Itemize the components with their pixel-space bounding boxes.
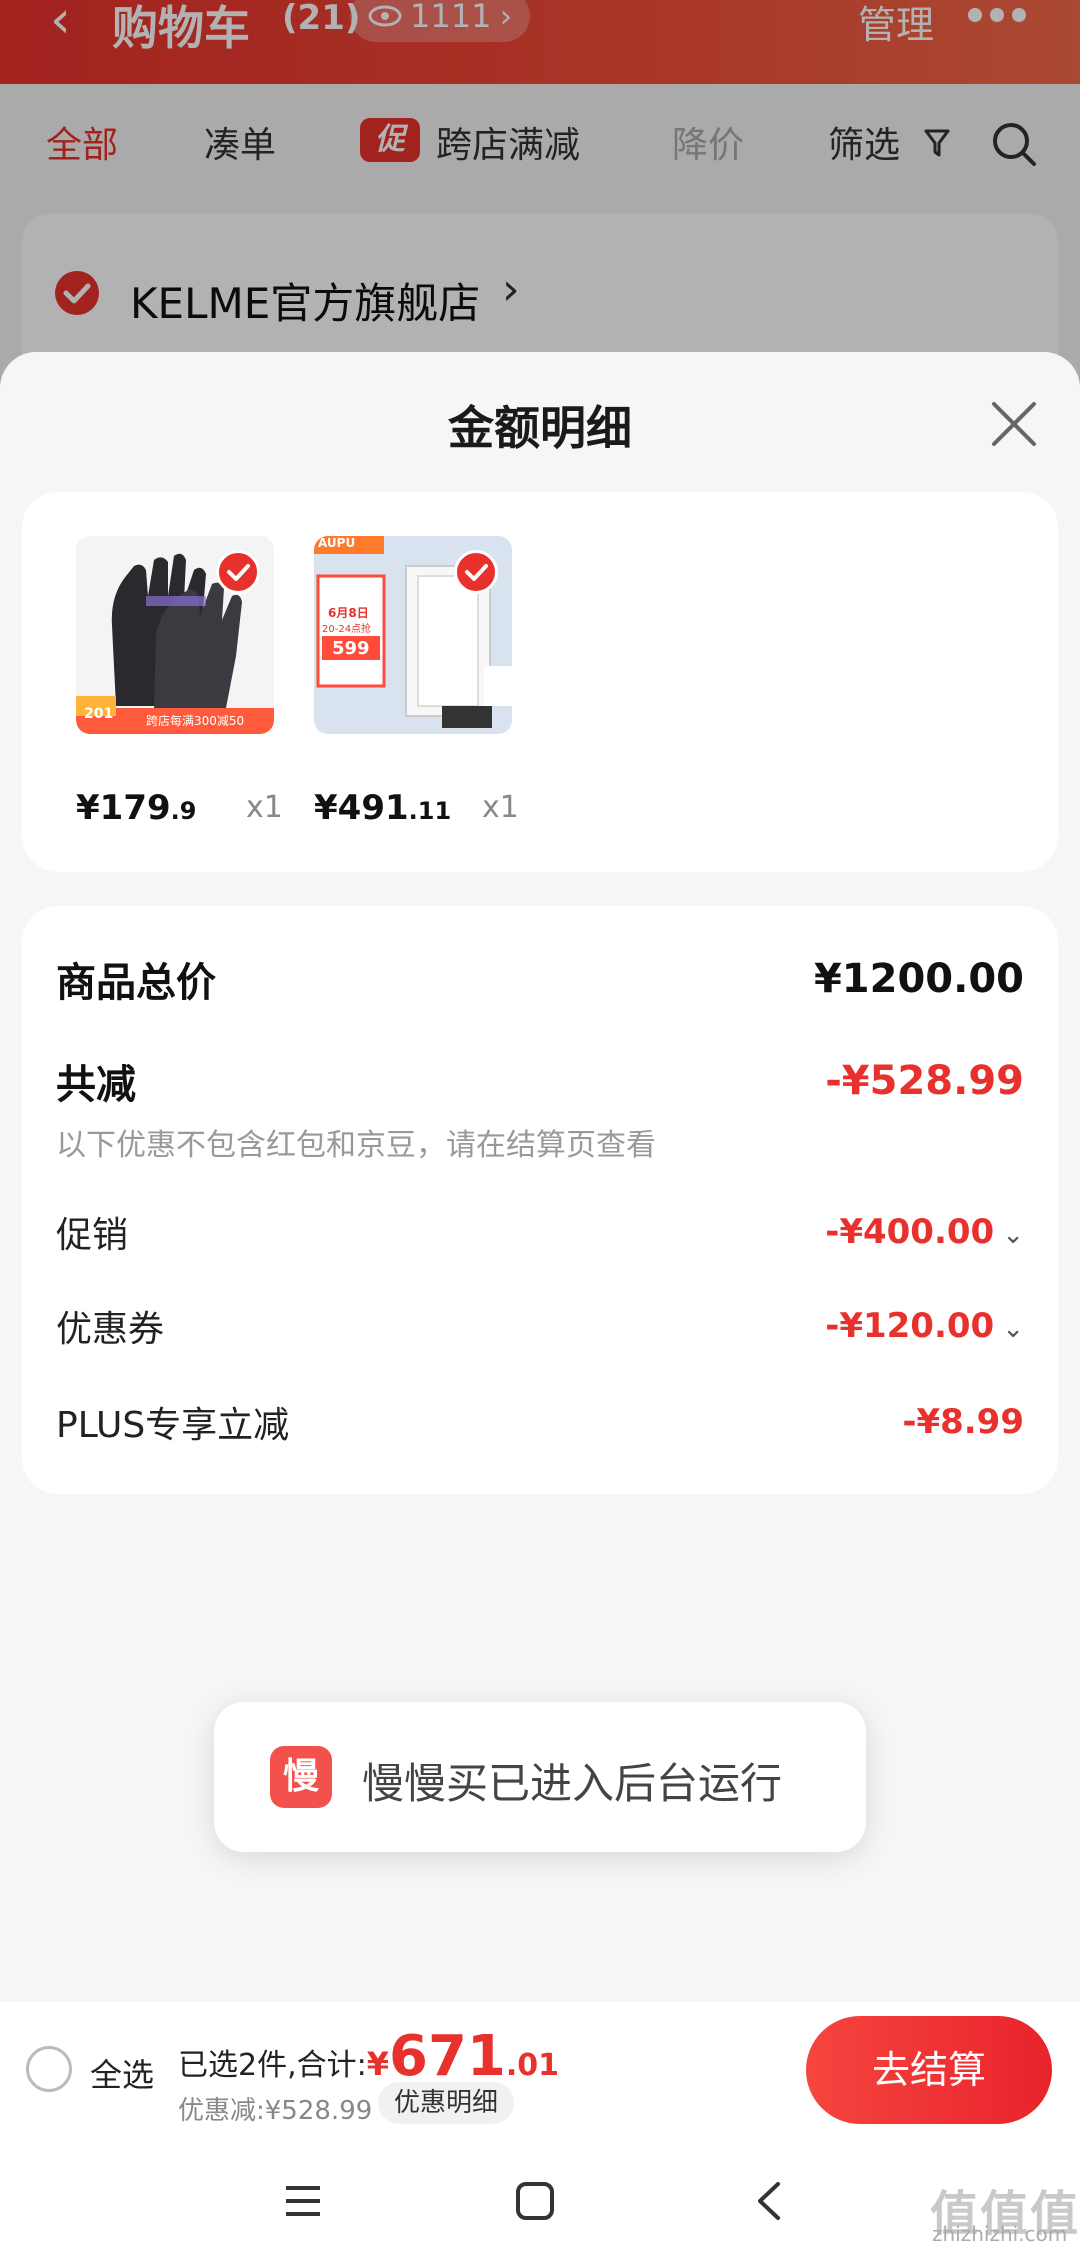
sale-price-text: 599 <box>332 638 370 659</box>
checkout-bar: 全选 已选2件,合计:¥671.01 优惠减:¥528.99 优惠明细 去结算 <box>0 2002 1080 2138</box>
product-price: ¥179.9 <box>76 788 197 828</box>
chevron-down-icon: ⌄ <box>1002 1314 1024 1344</box>
promo-text: 跨店每满300减50 <box>146 714 245 728</box>
home-icon[interactable] <box>514 2180 556 2222</box>
coupon-text: 201 <box>84 706 114 722</box>
discount-hint: 以下优惠不包含红包和京豆，请在结算页查看 <box>56 1128 656 1163</box>
product-qty: x1 <box>482 790 519 825</box>
totals-card: 商品总价 ¥1200.00 共减 -¥528.99 以下优惠不包含红包和京豆，请… <box>22 906 1058 1494</box>
coupon-row[interactable]: 优惠券 -¥120.00 ⌄ <box>56 1300 1024 1352</box>
product-qty: x1 <box>246 790 283 825</box>
product-price: ¥491.11 <box>314 788 452 828</box>
background-toast: 慢 慢慢买已进入后台运行 <box>214 1702 866 1852</box>
menu-icon[interactable] <box>282 2180 324 2222</box>
selected-check-icon[interactable] <box>216 550 260 594</box>
toast-message: 慢慢买已进入后台运行 <box>362 1759 783 1808</box>
coupon-label: 优惠券 <box>56 1309 165 1350</box>
product-image-heater[interactable]: AUPU 6月8日 20-24点抢 599 <box>314 536 512 734</box>
sale-time-text: 20-24点抢 <box>322 624 372 635</box>
product-image-gloves[interactable]: 201 跨店每满300减50 <box>76 536 274 734</box>
discount-detail-button[interactable]: 优惠明细 <box>378 2082 515 2124</box>
goods-total-value: ¥1200.00 <box>813 956 1024 1002</box>
sheet-title: 金额明细 <box>448 401 632 455</box>
goods-total-label: 商品总价 <box>56 960 216 1006</box>
total-reduce-row: 共减 -¥528.99 <box>56 1052 1024 1110</box>
watermark-text: zhizhizhi.com <box>932 2222 1068 2246</box>
total-reduce-value: -¥528.99 <box>825 1058 1024 1104</box>
plus-value: -¥8.99 <box>902 1402 1024 1442</box>
total-cents: .01 <box>505 2048 560 2083</box>
select-all-radio[interactable] <box>26 2046 72 2092</box>
goods-total-row: 商品总价 ¥1200.00 <box>56 950 1024 1008</box>
plus-row: PLUS专享立减 -¥8.99 <box>56 1396 1024 1448</box>
sale-date-text: 6月8日 <box>328 606 369 620</box>
promo-row[interactable]: 促销 -¥400.00 ⌄ <box>56 1206 1024 1258</box>
back-nav-icon[interactable] <box>752 2180 788 2222</box>
promo-label: 促销 <box>56 1215 129 1256</box>
selected-check-icon[interactable] <box>454 550 498 594</box>
product-card: 201 跨店每满300减50 ¥179.9 x1 AUPU 6月8日 20-24… <box>22 492 1058 872</box>
yen-symbol: ¥ <box>366 2045 389 2083</box>
select-all-label[interactable]: 全选 <box>90 2050 154 2096</box>
checkout-button[interactable]: 去结算 <box>806 2016 1052 2124</box>
chevron-down-icon: ⌄ <box>1002 1220 1024 1250</box>
plus-label: PLUS专享立减 <box>56 1405 290 1446</box>
close-icon[interactable] <box>986 396 1042 452</box>
total-amount: 671 <box>389 2024 506 2089</box>
system-nav-bar <box>0 2138 1080 2266</box>
discount-text: 优惠减:¥528.99 <box>178 2096 373 2126</box>
selected-count-text: 已选2件,合计: <box>178 2048 367 2083</box>
promo-value: -¥400.00 <box>825 1212 995 1252</box>
app-icon: 慢 <box>270 1746 332 1808</box>
total-summary: 已选2件,合计:¥671.01 <box>178 2024 559 2089</box>
total-reduce-label: 共减 <box>56 1062 136 1108</box>
coupon-value: -¥120.00 <box>825 1306 995 1346</box>
brand-text: AUPU <box>318 536 356 550</box>
